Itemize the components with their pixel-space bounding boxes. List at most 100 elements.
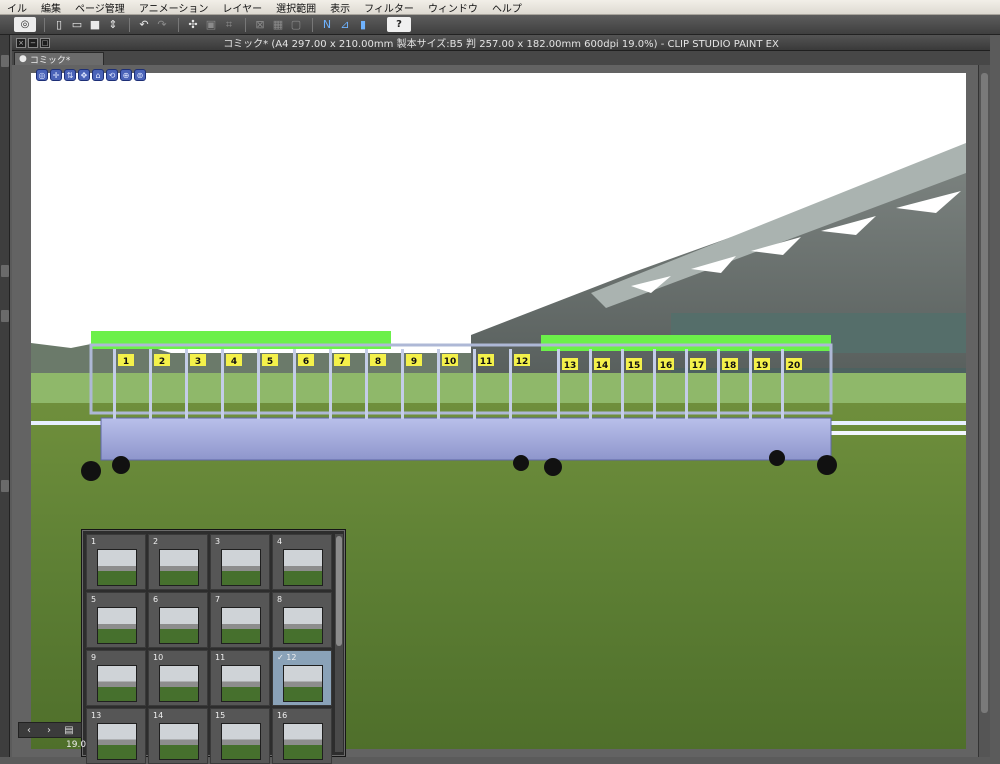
page-preview [97,723,137,760]
dock-handle[interactable] [1,265,9,277]
page-thumbnail[interactable]: 11 [210,650,270,706]
redo-icon[interactable]: ↷ [154,17,170,32]
gate-post [185,349,188,419]
gate-post [365,349,368,419]
menu-window[interactable]: ウィンドウ [421,0,485,15]
snap-grid-icon[interactable]: ⊿ [337,17,353,32]
page-preview [283,665,323,702]
page-preview [159,607,199,644]
clear-icon[interactable]: ⊠ [252,17,268,32]
page-number: 4 [277,537,283,546]
page-thumbnail[interactable]: 5 [86,592,146,648]
gate-wheel [769,450,785,466]
fill-icon[interactable]: ▦ [270,17,286,32]
page-thumbnail[interactable]: 6 [148,592,208,648]
gate-number: 17 [692,361,705,371]
snap-ruler-icon[interactable]: N [319,17,335,32]
gate-number: 19 [756,361,769,371]
page-thumbnail[interactable]: ✓ 12 [272,650,332,706]
object-rotate-icon[interactable]: ⟲ [106,69,118,81]
gate-number: 4 [231,357,237,367]
fit-icon[interactable]: ▣ [203,17,219,32]
gate-post [717,349,720,419]
snap-point-icon[interactable]: ▮ [355,17,371,32]
page-thumbnail[interactable]: 15 [210,708,270,764]
page-thumbnail[interactable]: 7 [210,592,270,648]
page-thumbnail[interactable]: 14 [148,708,208,764]
page-panel-scrollbar[interactable] [335,534,343,752]
close-icon[interactable]: × [16,38,26,48]
menu-filter[interactable]: フィルター [357,0,421,15]
toolbar-separator [178,17,179,32]
maximize-icon[interactable]: □ [40,38,50,48]
dock-handle[interactable] [1,480,9,492]
gate-post [437,349,440,419]
page-preview [97,665,137,702]
page-thumbnail-grid: 1 2 3 4 5 6 7 8 9 10 11 ✓ 12 13 14 15 16 [86,534,332,764]
page-preview [159,549,199,586]
object-move-icon[interactable]: ⊕ [120,69,132,81]
page-thumbnail[interactable]: 8 [272,592,332,648]
document-tab[interactable]: ● コミック* [14,52,104,66]
3d-camera-controls: ◎ ✛ ⇅ ✥ ⌂ ⟲ ⊕ ⊚ [36,69,148,81]
page-number: 16 [277,711,288,720]
new-file-icon[interactable]: ▯ [51,17,67,32]
page-thumbnail[interactable]: 2 [148,534,208,590]
gate-number: 1 [123,357,129,367]
gate-post [557,349,560,419]
menu-help[interactable]: ヘルプ [485,0,529,15]
page-thumbnail[interactable]: 1 [86,534,146,590]
menu-selection[interactable]: 選択範囲 [269,0,323,15]
dock-handle[interactable] [1,55,9,67]
page-number: 6 [153,595,159,604]
menu-file[interactable]: イル [0,0,34,15]
page-thumbnail[interactable]: 13 [86,708,146,764]
gate-number: 8 [375,357,381,367]
page-thumbnail[interactable]: 16 [272,708,332,764]
page-thumbnail[interactable]: 10 [148,650,208,706]
page-thumbnail[interactable]: 4 [272,534,332,590]
menu-animation[interactable]: アニメーション [132,0,216,15]
page-preview [283,607,323,644]
camera-reset-icon[interactable]: ⌂ [92,69,104,81]
toolbar-separator [129,17,130,32]
page-manager-panel: 1 2 3 4 5 6 7 8 9 10 11 ✓ 12 13 14 15 16 [81,529,346,764]
next-page-icon[interactable]: › [39,725,59,736]
page-preview [159,665,199,702]
menu-page-management[interactable]: ページ管理 [68,0,132,15]
camera-pan-icon[interactable]: ✛ [50,69,62,81]
crop-icon[interactable]: ⌗ [221,17,237,32]
page-thumbnail[interactable]: 3 [210,534,270,590]
page-number: 9 [91,653,97,662]
gate-wheel [81,461,101,481]
previous-page-icon[interactable]: ‹ [19,725,39,736]
page-preview [97,549,137,586]
page-navigation: ‹ › ▤ [18,722,82,738]
menu-edit[interactable]: 編集 [34,0,68,15]
clip-logo-icon[interactable]: ◎ [14,17,36,32]
dock-handle[interactable] [1,310,9,322]
camera-zoom-icon[interactable]: ⇅ [64,69,76,81]
menu-view[interactable]: 表示 [323,0,357,15]
vertical-scrollbar[interactable] [978,65,990,757]
toolbar-separator [44,17,45,32]
minimize-icon[interactable]: − [28,38,38,48]
menu-layer[interactable]: レイヤー [215,0,269,15]
page-number: 1 [91,537,97,546]
undo-icon[interactable]: ↶ [136,17,152,32]
page-panel-scroll-thumb[interactable] [336,536,342,646]
sort-icon[interactable]: ⇕ [105,17,121,32]
gate-lower-panels [100,417,832,461]
help-button[interactable]: ? [387,17,411,32]
object-scale-icon[interactable]: ⊚ [134,69,146,81]
camera-move-icon[interactable]: ✥ [78,69,90,81]
open-file-icon[interactable]: ▭ [69,17,85,32]
delete-icon[interactable]: ▢ [288,17,304,32]
scrollbar-thumb[interactable] [981,73,988,713]
page-thumbnail[interactable]: 9 [86,650,146,706]
camera-rotate-icon[interactable]: ◎ [36,69,48,81]
save-icon[interactable]: ■ [87,17,103,32]
page-preview [159,723,199,760]
transform-icon[interactable]: ✣ [185,17,201,32]
page-list-icon[interactable]: ▤ [59,725,79,736]
